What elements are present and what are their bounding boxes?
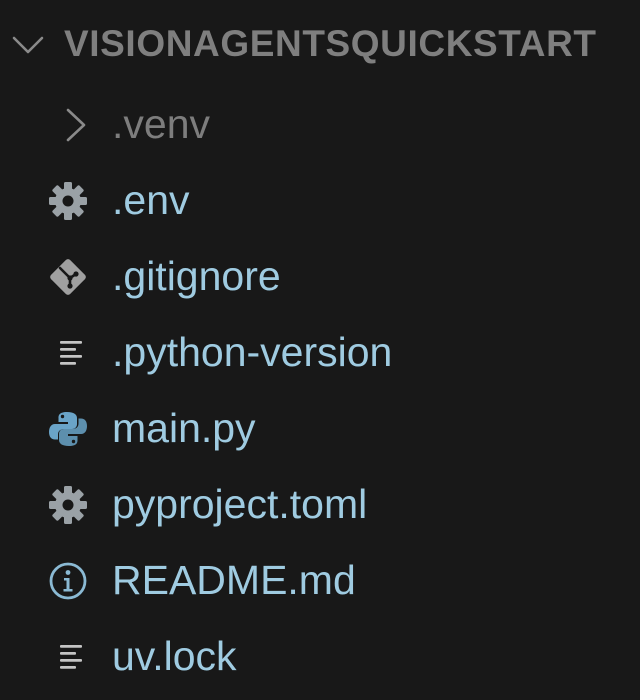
- workspace-folder-header[interactable]: VISIONAGENTSQUICKSTART: [0, 14, 640, 78]
- lines-icon: [60, 645, 82, 669]
- tree-item-label: .python-version: [112, 329, 393, 375]
- workspace-folder-title: VISIONAGENTSQUICKSTART: [64, 23, 597, 64]
- chevron-right-icon[interactable]: [56, 104, 100, 146]
- gear-icon: [49, 182, 87, 220]
- tree-item-label: .env: [112, 177, 190, 223]
- tree-item-label: pyproject.toml: [112, 481, 368, 527]
- tree-item-main-py[interactable]: main.py: [0, 390, 640, 466]
- tree-item-label: main.py: [112, 405, 256, 451]
- gear-icon: [49, 486, 87, 524]
- tree-item-pyproject-toml[interactable]: pyproject.toml: [0, 466, 640, 542]
- git-icon: [50, 259, 86, 295]
- tree-item-label: README.md: [112, 557, 356, 603]
- tree-item-label: .venv: [112, 101, 210, 147]
- tree-item-gitignore[interactable]: .gitignore: [0, 238, 640, 314]
- python-icon: [49, 412, 87, 446]
- file-explorer: VISIONAGENTSQUICKSTART .venv .env .gitig…: [0, 0, 640, 700]
- chevron-down-icon[interactable]: [8, 28, 48, 64]
- tree-item-label: .gitignore: [112, 253, 281, 299]
- lines-icon: [60, 341, 82, 365]
- tree-item-env[interactable]: .env: [0, 162, 640, 238]
- tree-item-readme-md[interactable]: README.md: [0, 542, 640, 618]
- tree-item-venv[interactable]: .venv: [0, 86, 640, 162]
- tree-item-label: uv.lock: [112, 633, 237, 679]
- tree-item-python-version[interactable]: .python-version: [0, 314, 640, 390]
- info-icon: [49, 562, 87, 600]
- tree-item-uv-lock[interactable]: uv.lock: [0, 618, 640, 694]
